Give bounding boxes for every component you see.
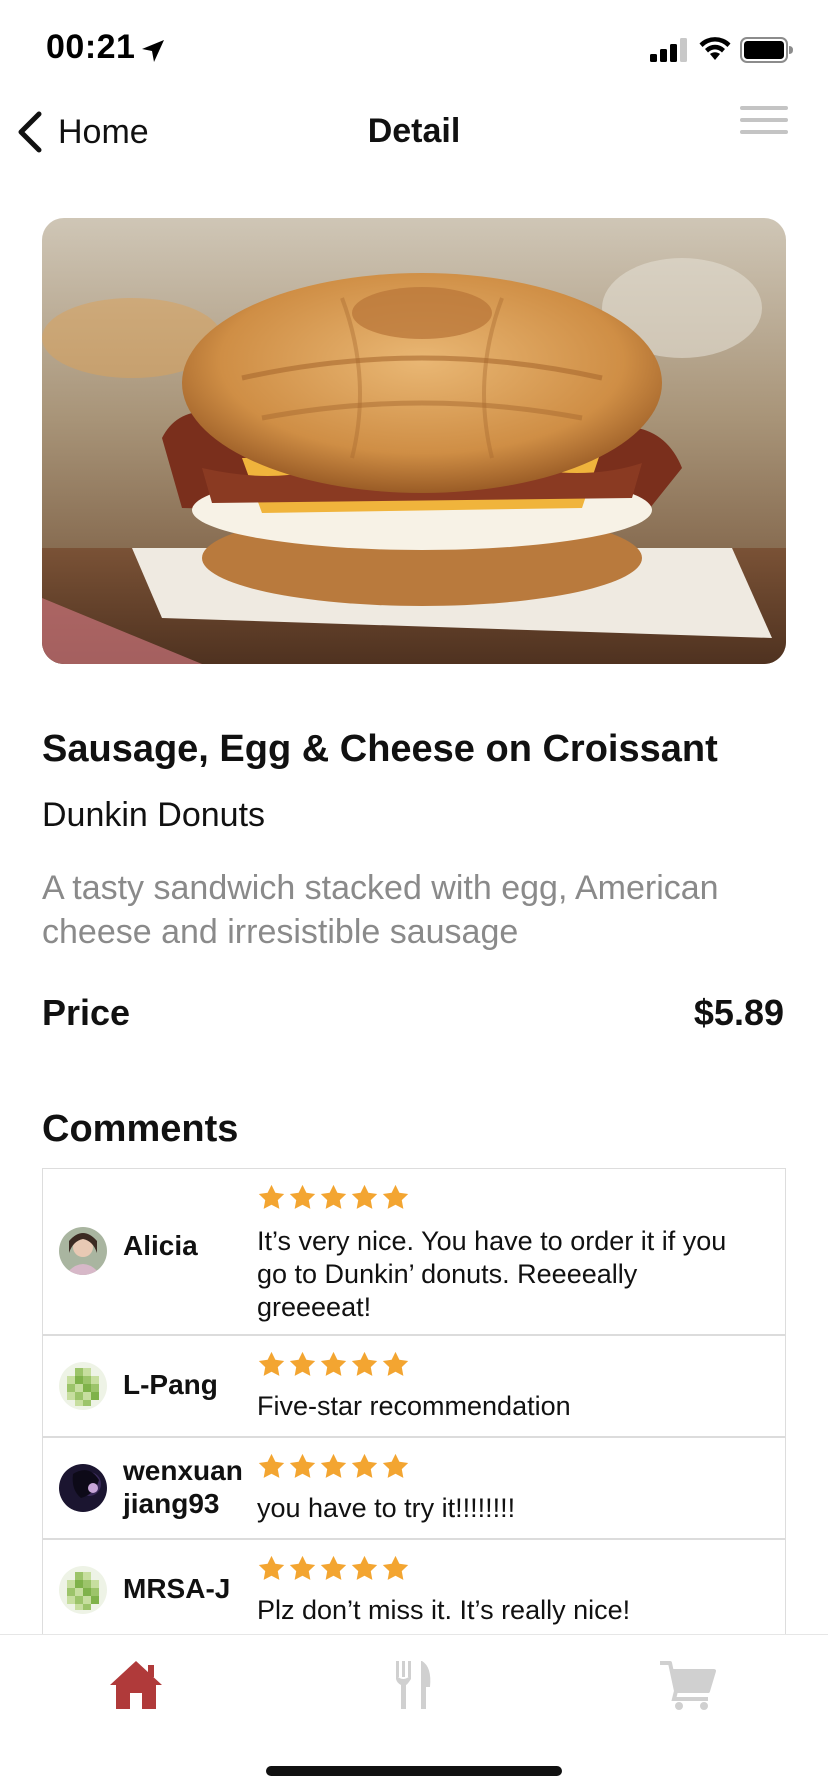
star-icon (258, 1555, 285, 1580)
star-icon (382, 1555, 409, 1580)
star-icon (289, 1453, 316, 1478)
comment-row: MRSA-J Plz don’t miss it. It’s really ni… (42, 1540, 786, 1634)
back-label: Home (58, 112, 149, 151)
product-description: A tasty sandwich stacked with egg, Ameri… (42, 869, 719, 951)
comment-username: L-Pang (123, 1369, 218, 1400)
star-icon (382, 1184, 409, 1209)
star-icon (351, 1184, 378, 1209)
star-icon (289, 1184, 316, 1209)
home-indicator (266, 1766, 562, 1776)
default-avatar-icon (59, 1362, 107, 1410)
star-icon (320, 1555, 347, 1580)
comment-row: wenxuan jiang93 you have to try it!!!!!!… (42, 1438, 786, 1540)
star-rating (257, 1350, 412, 1382)
comment-username: MRSA-J (123, 1573, 231, 1604)
user-avatar (59, 1362, 107, 1410)
home-icon (110, 1661, 162, 1709)
comment-username: Alicia (123, 1230, 198, 1261)
tab-home[interactable] (106, 1657, 166, 1713)
star-rating (257, 1183, 412, 1215)
fork-knife-icon (396, 1661, 431, 1709)
cart-icon (660, 1661, 716, 1710)
comment-text: you have to try it!!!!!!!! (257, 1493, 516, 1523)
comment-row: Alicia It’s very nice. You have to order… (42, 1169, 786, 1336)
tab-menu[interactable] (384, 1657, 444, 1713)
star-icon (382, 1351, 409, 1376)
comments-list[interactable]: Alicia It’s very nice. You have to order… (42, 1168, 786, 1634)
price-row: Price $5.89 (42, 992, 786, 1042)
back-button[interactable]: Home (14, 108, 149, 156)
star-icon (320, 1453, 347, 1478)
star-icon (351, 1555, 378, 1580)
comment-text: Plz don’t miss it. It’s really nice! (257, 1595, 631, 1625)
star-icon (320, 1184, 347, 1209)
user-photo-avatar (59, 1464, 107, 1512)
comment-username: wenxuan jiang93 (123, 1455, 243, 1519)
user-photo-avatar (59, 1227, 107, 1275)
product-image (42, 218, 786, 664)
wifi-icon (699, 37, 731, 60)
user-avatar (59, 1227, 107, 1275)
status-bar: 00:21 (0, 0, 828, 100)
battery-icon (740, 37, 793, 63)
star-icon (258, 1453, 285, 1478)
signal-bars-icon (650, 38, 687, 62)
star-icon (258, 1184, 285, 1209)
star-icon (351, 1351, 378, 1376)
star-rating (257, 1554, 412, 1586)
hamburger-menu-icon[interactable] (740, 106, 788, 142)
comment-row: L-Pang Five-star recommendation (42, 1336, 786, 1438)
chevron-left-icon (18, 111, 42, 153)
default-avatar-icon (59, 1566, 107, 1614)
location-arrow-icon (142, 40, 164, 62)
star-icon (351, 1453, 378, 1478)
price-label: Price (42, 992, 131, 1033)
star-icon (382, 1453, 409, 1478)
star-icon (289, 1351, 316, 1376)
comment-text: It’s very nice. You have to order it if … (257, 1226, 727, 1322)
navigation-bar: Home Detail (0, 100, 828, 164)
star-icon (320, 1351, 347, 1376)
tab-cart[interactable] (658, 1657, 718, 1713)
comments-heading: Comments (42, 1108, 239, 1150)
product-name: Sausage, Egg & Cheese on Croissant (42, 728, 718, 770)
star-icon (289, 1555, 316, 1580)
croissant-sandwich-photo (42, 218, 786, 664)
user-avatar (59, 1464, 107, 1512)
star-icon (258, 1351, 285, 1376)
comment-text: Five-star recommendation (257, 1391, 571, 1421)
price-value: $5.89 (693, 992, 784, 1033)
user-avatar (59, 1566, 107, 1614)
product-brand: Dunkin Donuts (42, 796, 266, 834)
status-time: 00:21 (46, 28, 136, 66)
star-rating (257, 1452, 412, 1484)
